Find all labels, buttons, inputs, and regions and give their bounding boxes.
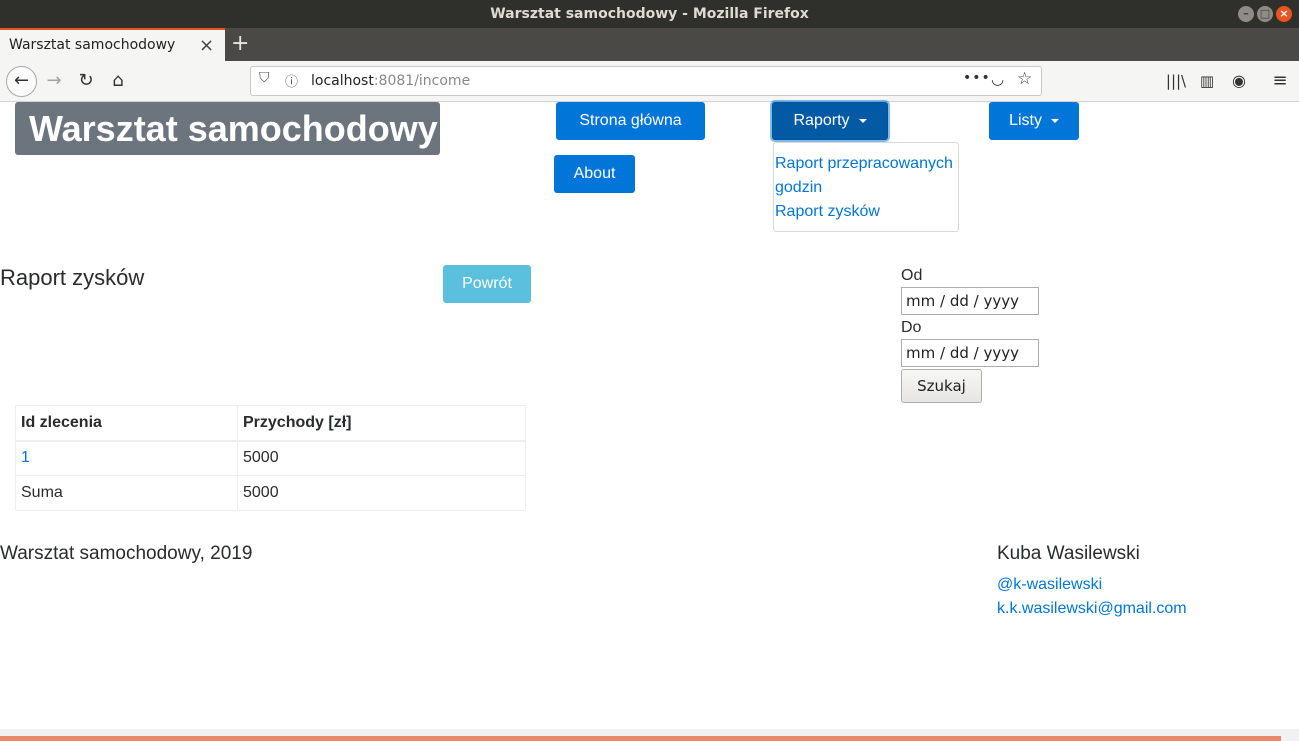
table-row: 1 5000 [15, 440, 526, 476]
home-icon[interactable]: ⌂ [106, 69, 130, 93]
menu-item-hours-report[interactable]: Raport przepracowanych godzin [774, 152, 958, 200]
home-button[interactable]: Strona główna [556, 102, 705, 140]
url-text[interactable]: localhost:8081/income [311, 73, 470, 89]
url-host: localhost [311, 73, 374, 89]
sidebar-icon[interactable]: ▥ [1195, 69, 1219, 93]
forward-arrow-icon[interactable]: → [42, 69, 66, 93]
tab-strip: Warsztat samochodowy × + [0, 28, 1299, 61]
reports-dropdown-label: Raporty [793, 112, 850, 129]
sum-value-cell: 5000 [237, 475, 526, 511]
reload-icon[interactable]: ↻ [74, 69, 98, 93]
site-info-icon[interactable]: ⓘ [285, 71, 298, 90]
tab-title: Warsztat samochodowy [9, 37, 176, 53]
bottom-accent-line [0, 736, 1281, 741]
sum-label-cell: Suma [15, 475, 238, 511]
hamburger-menu-icon[interactable]: ≡ [1268, 69, 1292, 93]
window-minimize-button[interactable]: – [1238, 6, 1254, 22]
from-date-label: Od [901, 267, 923, 284]
back-arrow-icon[interactable]: ← [6, 66, 37, 97]
page-content: Warsztat samochodowy Strona główna About… [0, 102, 1299, 741]
new-tab-icon[interactable]: + [231, 31, 249, 56]
back-button[interactable]: Powrót [443, 265, 531, 303]
browser-tab-active[interactable]: Warsztat samochodowy × [0, 28, 225, 61]
library-icon[interactable]: |||\ [1164, 69, 1188, 93]
date-filter-form: Od mm / dd / yyyy Do mm / dd / yyyy Szuk… [901, 265, 1039, 403]
github-handle-link[interactable]: @k-wasilewski [997, 573, 1187, 597]
bookmark-star-icon[interactable]: ☆ [1017, 69, 1032, 89]
reports-dropdown-button[interactable]: Raporty [772, 102, 888, 140]
window-close-button[interactable]: × [1276, 6, 1292, 22]
about-button[interactable]: About [554, 155, 635, 193]
table-header-row: Id zlecenia Przychody [zł] [15, 405, 526, 442]
lists-dropdown-button[interactable]: Listy [989, 102, 1079, 140]
footer-copyright: Warsztat samochodowy, 2019 [0, 543, 253, 564]
from-date-input[interactable]: mm / dd / yyyy [901, 287, 1039, 315]
window-maximize-button[interactable]: □ [1257, 6, 1273, 22]
footer-contact: Kuba Wasilewski @k-wasilewski k.k.wasile… [997, 543, 1187, 621]
caret-down-icon [1050, 118, 1059, 123]
tab-close-icon[interactable]: × [199, 35, 214, 56]
url-path: :8081/income [373, 73, 471, 89]
window-title: Warsztat samochodowy - Mozilla Firefox [490, 6, 809, 22]
browser-navbar: ← → ↻ ⌂ ⛉ ⓘ localhost:8081/income ••• ◡ … [0, 61, 1299, 102]
email-link[interactable]: k.k.wasilewski@gmail.com [997, 597, 1187, 621]
brand-title: Warsztat samochodowy [15, 102, 440, 155]
column-header-order-id: Id zlecenia [15, 405, 238, 442]
order-id-cell: 1 [15, 440, 238, 476]
tracking-shield-icon[interactable]: ⛉ [259, 70, 270, 86]
page-actions-icon[interactable]: ••• [963, 70, 991, 86]
lists-dropdown-label: Listy [1009, 112, 1042, 129]
url-bar[interactable]: ⛉ ⓘ localhost:8081/income ••• ◡ ☆ [250, 66, 1042, 96]
reports-dropdown-menu: Raport przepracowanych godzin Raport zys… [773, 142, 959, 232]
column-header-income: Przychody [zł] [237, 405, 526, 442]
to-date-input[interactable]: mm / dd / yyyy [901, 339, 1039, 367]
income-cell: 5000 [237, 440, 526, 476]
income-table: Id zlecenia Przychody [zł] 1 5000 Suma 5… [15, 405, 526, 511]
account-icon[interactable]: ◉ [1227, 69, 1251, 93]
order-id-link[interactable]: 1 [21, 449, 30, 466]
caret-down-icon [858, 118, 867, 123]
page-title: Raport zysków [0, 265, 145, 290]
table-sum-row: Suma 5000 [15, 475, 526, 511]
menu-item-income-report[interactable]: Raport zysków [774, 200, 958, 224]
author-name: Kuba Wasilewski [997, 543, 1140, 564]
pocket-icon[interactable]: ◡ [991, 70, 1004, 88]
to-date-label: Do [901, 319, 922, 336]
window-titlebar: Warsztat samochodowy - Mozilla Firefox –… [0, 0, 1299, 28]
search-button[interactable]: Szukaj [901, 369, 982, 403]
